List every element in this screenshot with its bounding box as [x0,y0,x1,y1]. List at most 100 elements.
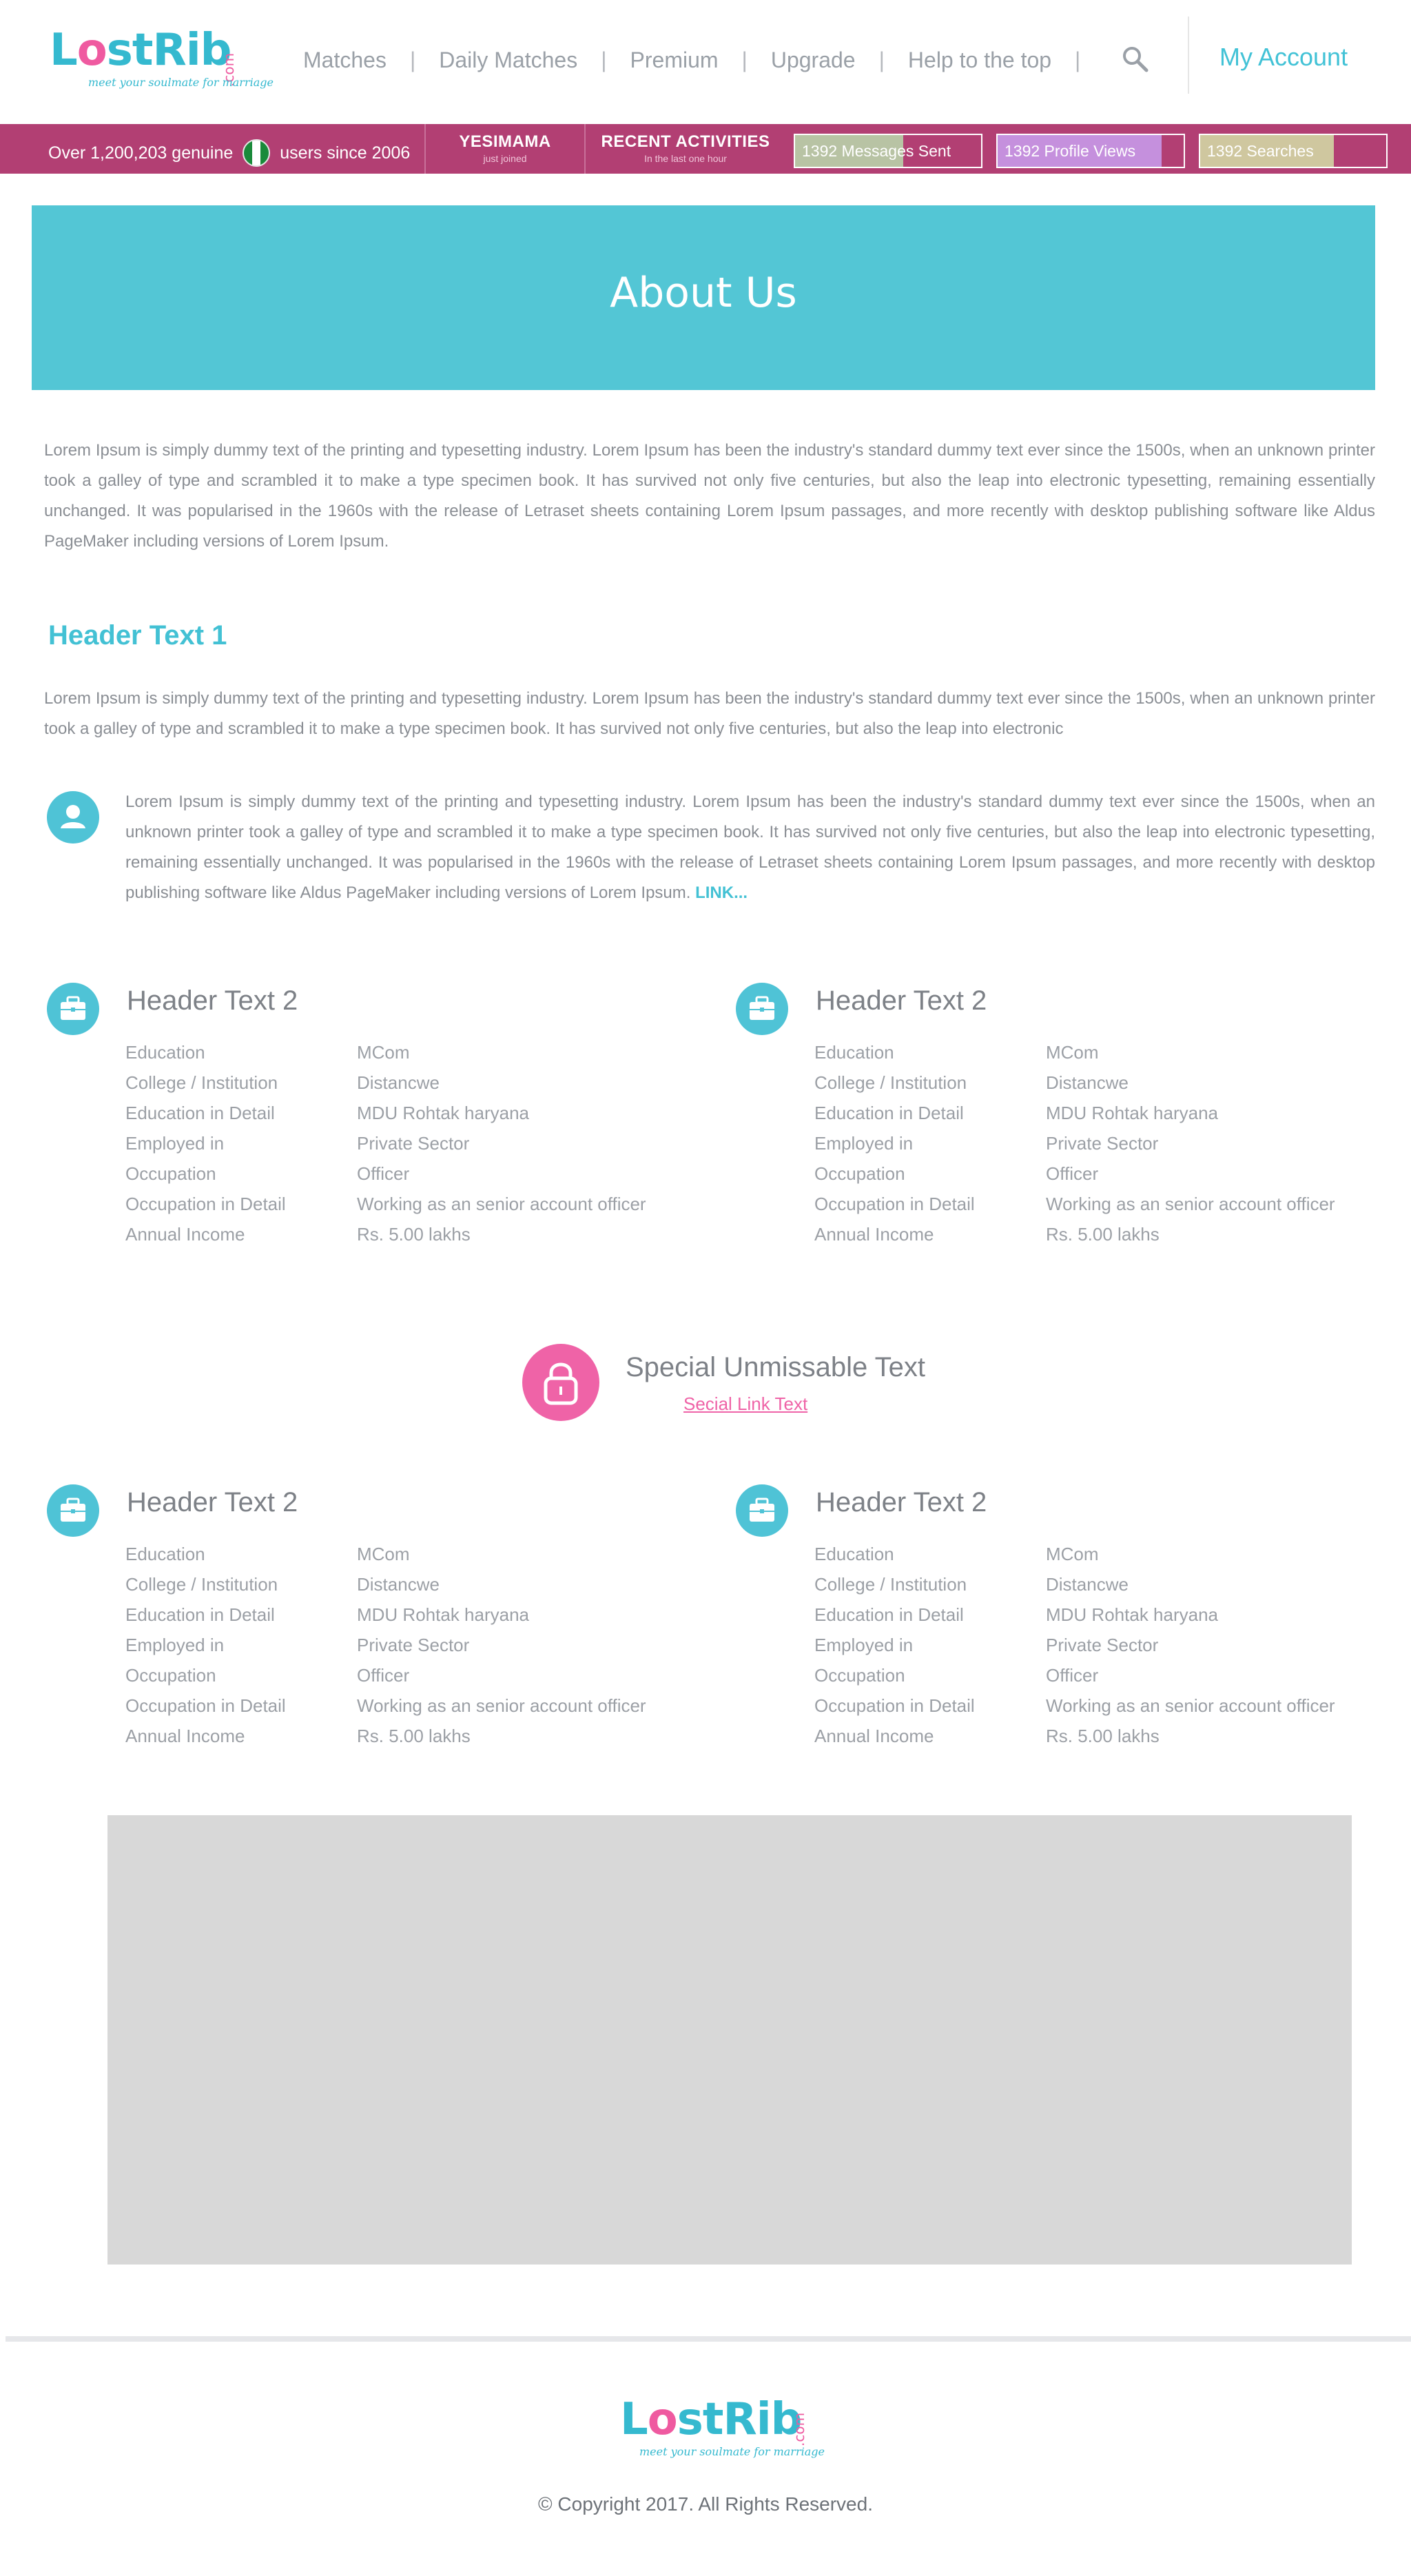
detail-value: Private Sector [1046,1635,1159,1655]
detail-label: College / Institution [125,1072,278,1093]
read-more-link[interactable]: LINK... [695,883,748,902]
detail-label: Occupation [125,1665,216,1686]
status-bar: Over 1,200,203 genuine users since 2006 … [0,124,1411,174]
intro-paragraph: Lorem Ipsum is simply dummy text of the … [44,441,1375,551]
briefcase-icon [47,983,99,1035]
detail-value: Private Sector [357,1133,470,1154]
copyright-text: © Copyright 2017. All Rights Reserved. [538,2493,873,2515]
detail-label: Occupation [814,1163,905,1184]
messages-sent-meter: 1392 Messages Sent [794,134,982,168]
detail-value: Private Sector [357,1635,470,1655]
detail-label: Occupation in Detail [125,1695,286,1716]
just-joined-member[interactable]: YESIMAMA just joined [426,132,584,164]
brand-tagline: meet your soulmate for marriage [88,76,274,89]
detail-label: Annual Income [814,1726,934,1746]
menu-item-premium[interactable]: Premium [630,48,719,73]
detail-label: Education in Detail [814,1103,964,1123]
detail-label: Annual Income [125,1726,245,1746]
recent-activities-note: In the last one hour [644,153,727,164]
detail-value: Officer [1046,1163,1099,1184]
detail-value: MDU Rohtak haryana [1046,1604,1218,1625]
detail-label: Education [125,1544,205,1564]
profile-card: Header Text 2 Education MCom College / Inst… [736,983,1370,1272]
my-account-link[interactable]: My Account [1219,43,1348,72]
recent-activities: RECENT ACTIVITIES In the last one hour [586,132,785,164]
menu-item-upgrade[interactable]: Upgrade [771,48,856,73]
profile-views-meter: 1392 Profile Views [996,134,1185,168]
detail-value: Working as an senior account officer [1046,1695,1335,1716]
meter-label: 1392 Searches [1207,142,1314,160]
brand-logo[interactable]: LostRib .com meet your soulmate for marr… [50,25,274,95]
detail-value: Officer [357,1163,410,1184]
menu-separator: | [1075,47,1081,72]
detail-label: College / Institution [814,1072,967,1093]
card-title: Header Text 2 [816,985,987,1016]
section-header: Header Text 1 [48,620,227,651]
user-icon [47,791,99,844]
detail-label: Education [814,1544,894,1564]
menu-separator: | [741,47,748,72]
detail-label: Employed in [814,1635,914,1655]
main-menu: Matches | Daily Matches | Premium | Upgr… [303,43,1104,77]
search-icon[interactable] [1120,44,1151,74]
meter-label: 1392 Messages Sent [802,142,951,160]
user-count-prefix: Over 1,200,203 genuine [48,143,234,163]
detail-value: Distancwe [1046,1072,1129,1093]
detail-value: MDU Rohtak haryana [357,1103,529,1123]
page-banner: About Us [32,205,1375,390]
detail-value: Distancwe [1046,1574,1129,1595]
detail-label: College / Institution [814,1574,967,1595]
special-title: Special Unmissable Text [626,1352,926,1382]
detail-value: Private Sector [1046,1133,1159,1154]
detail-label: Employed in [125,1133,225,1154]
section-paragraph: Lorem Ipsum is simply dummy text of the … [44,689,1375,738]
detail-value: MCom [1046,1544,1099,1564]
detail-label: Education in Detail [125,1604,275,1625]
detail-value: Working as an senior account officer [357,1194,646,1214]
detail-label: Annual Income [814,1224,934,1245]
detail-label: Education [814,1042,894,1063]
menu-separator: | [601,47,607,72]
quote-block: Lorem Ipsum is simply dummy text of the … [125,787,1375,908]
detail-value: Officer [1046,1665,1099,1686]
detail-value: MDU Rohtak haryana [1046,1103,1218,1123]
detail-label: Education [125,1042,205,1063]
member-note: just joined [483,153,527,164]
menu-item-daily-matches[interactable]: Daily Matches [439,48,577,73]
detail-value: MCom [357,1042,410,1063]
detail-value: Rs. 5.00 lakhs [357,1726,471,1746]
briefcase-icon [736,983,788,1035]
detail-label: Occupation in Detail [125,1194,286,1214]
detail-value: MDU Rohtak haryana [357,1604,529,1625]
page-title: About Us [610,269,797,317]
profile-card: Header Text 2 Education MCom College / Inst… [47,983,681,1272]
special-link[interactable]: Secial Link Text [683,1393,807,1415]
brand-tagline: meet your soulmate for marriage [639,2445,825,2458]
detail-value: Rs. 5.00 lakhs [1046,1726,1160,1746]
menu-item-matches[interactable]: Matches [303,48,387,73]
detail-value: MCom [357,1544,410,1564]
card-title: Header Text 2 [127,985,298,1016]
brand-wordmark: LostRib [50,25,231,76]
detail-value: Distancwe [357,1072,440,1093]
flag-icon [243,139,271,167]
detail-label: Employed in [814,1133,914,1154]
detail-value: Rs. 5.00 lakhs [357,1224,471,1245]
member-name: YESIMAMA [459,132,551,151]
user-count: Over 1,200,203 genuine users since 2006 [48,139,410,167]
detail-label: Occupation [125,1163,216,1184]
detail-value: Distancwe [357,1574,440,1595]
searches-meter: 1392 Searches [1199,134,1388,168]
detail-label: Employed in [125,1635,225,1655]
menu-item-help-to-top[interactable]: Help to the top [908,48,1051,73]
detail-label: College / Institution [125,1574,278,1595]
detail-label: Education in Detail [814,1604,964,1625]
footer-divider [6,2336,1411,2342]
card-title: Header Text 2 [127,1487,298,1517]
detail-label: Education in Detail [125,1103,275,1123]
detail-value: Working as an senior account officer [1046,1194,1335,1214]
profile-card: Header Text 2 Education MCom College / Inst… [47,1484,681,1774]
detail-label: Occupation in Detail [814,1194,975,1214]
detail-label: Occupation in Detail [814,1695,975,1716]
footer-logo[interactable]: LostRib .com meet your soulmate for marr… [620,2395,825,2464]
